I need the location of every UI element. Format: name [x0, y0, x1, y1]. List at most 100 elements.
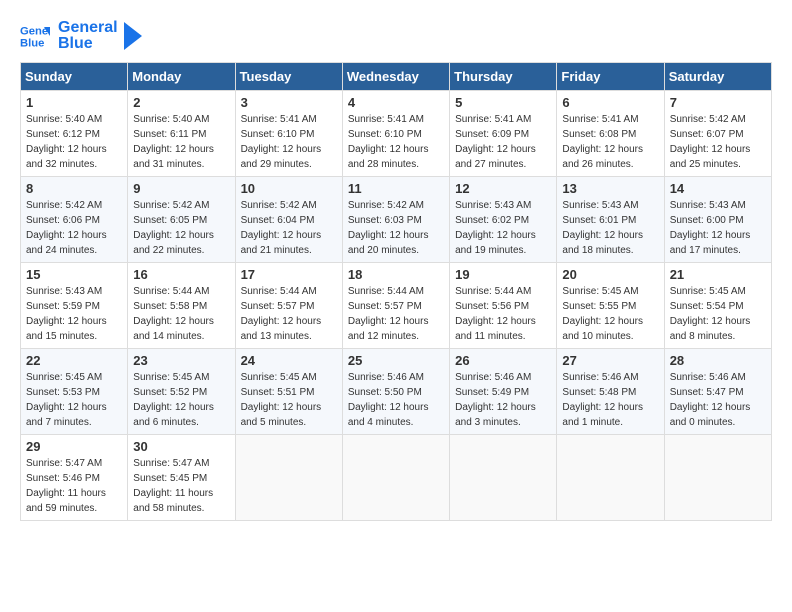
day-info: Sunrise: 5:43 AM Sunset: 5:59 PM Dayligh… [26, 284, 122, 344]
day-cell: 8 Sunrise: 5:42 AM Sunset: 6:06 PM Daylig… [21, 177, 128, 263]
day-cell: 2Sunrise: 5:40 AM Sunset: 6:11 PM Daylig… [128, 91, 235, 177]
day-cell: 3 Sunrise: 5:41 AM Sunset: 6:10 PM Daylig… [235, 91, 342, 177]
day-cell [664, 435, 771, 521]
day-info: Sunrise: 5:46 AM Sunset: 5:50 PM Dayligh… [348, 370, 444, 430]
week-row-2: 8 Sunrise: 5:42 AM Sunset: 6:06 PM Daylig… [21, 177, 772, 263]
day-cell: 28 Sunrise: 5:46 AM Sunset: 5:47 PM Dayli… [664, 349, 771, 435]
day-cell: 22 Sunrise: 5:45 AM Sunset: 5:53 PM Dayli… [21, 349, 128, 435]
day-info: Sunrise: 5:41 AM Sunset: 6:10 PM Dayligh… [348, 112, 444, 172]
day-info: Sunrise: 5:44 AM Sunset: 5:57 PM Dayligh… [241, 284, 337, 344]
day-info: Sunrise: 5:42 AM Sunset: 6:03 PM Dayligh… [348, 198, 444, 258]
day-number: 2 [133, 95, 229, 110]
day-number: 1 [26, 95, 122, 110]
day-cell: 21 Sunrise: 5:45 AM Sunset: 5:54 PM Dayli… [664, 263, 771, 349]
day-info: Sunrise: 5:41 AM Sunset: 6:10 PM Dayligh… [241, 112, 337, 172]
day-number: 30 [133, 439, 229, 454]
day-number: 4 [348, 95, 444, 110]
day-number: 27 [562, 353, 658, 368]
day-number: 9 [133, 181, 229, 196]
day-cell: 11Sunrise: 5:42 AM Sunset: 6:03 PM Dayli… [342, 177, 449, 263]
day-number: 23 [133, 353, 229, 368]
page-header: General Blue General Blue [20, 20, 772, 52]
day-cell: 27Sunrise: 5:46 AM Sunset: 5:48 PM Dayli… [557, 349, 664, 435]
day-info: Sunrise: 5:45 AM Sunset: 5:55 PM Dayligh… [562, 284, 658, 344]
day-info: Sunrise: 5:45 AM Sunset: 5:53 PM Dayligh… [26, 370, 122, 430]
day-number: 12 [455, 181, 551, 196]
week-row-4: 22 Sunrise: 5:45 AM Sunset: 5:53 PM Dayli… [21, 349, 772, 435]
week-row-3: 15 Sunrise: 5:43 AM Sunset: 5:59 PM Dayli… [21, 263, 772, 349]
logo-chevron-icon [124, 22, 142, 50]
day-cell: 6 Sunrise: 5:41 AM Sunset: 6:08 PM Daylig… [557, 91, 664, 177]
day-number: 21 [670, 267, 766, 282]
day-info: Sunrise: 5:42 AM Sunset: 6:06 PM Dayligh… [26, 198, 122, 258]
day-cell: 26Sunrise: 5:46 AM Sunset: 5:49 PM Dayli… [450, 349, 557, 435]
day-info: Sunrise: 5:45 AM Sunset: 5:51 PM Dayligh… [241, 370, 337, 430]
day-number: 18 [348, 267, 444, 282]
day-number: 15 [26, 267, 122, 282]
day-number: 3 [241, 95, 337, 110]
day-cell: 4 Sunrise: 5:41 AM Sunset: 6:10 PM Daylig… [342, 91, 449, 177]
week-row-1: 1 Sunrise: 5:40 AM Sunset: 6:12 PM Daylig… [21, 91, 772, 177]
day-number: 20 [562, 267, 658, 282]
day-cell: 15 Sunrise: 5:43 AM Sunset: 5:59 PM Dayli… [21, 263, 128, 349]
day-cell: 14Sunrise: 5:43 AM Sunset: 6:00 PM Dayli… [664, 177, 771, 263]
day-info: Sunrise: 5:46 AM Sunset: 5:47 PM Dayligh… [670, 370, 766, 430]
day-info: Sunrise: 5:46 AM Sunset: 5:49 PM Dayligh… [455, 370, 551, 430]
col-header-thursday: Thursday [450, 63, 557, 91]
logo-text-general: General [58, 20, 118, 36]
day-info: Sunrise: 5:45 AM Sunset: 5:54 PM Dayligh… [670, 284, 766, 344]
day-cell: 19Sunrise: 5:44 AM Sunset: 5:56 PM Dayli… [450, 263, 557, 349]
day-info: Sunrise: 5:43 AM Sunset: 6:02 PM Dayligh… [455, 198, 551, 258]
day-info: Sunrise: 5:44 AM Sunset: 5:58 PM Dayligh… [133, 284, 229, 344]
calendar-table: SundayMondayTuesdayWednesdayThursdayFrid… [20, 62, 772, 521]
day-cell [557, 435, 664, 521]
day-info: Sunrise: 5:41 AM Sunset: 6:09 PM Dayligh… [455, 112, 551, 172]
day-info: Sunrise: 5:43 AM Sunset: 6:01 PM Dayligh… [562, 198, 658, 258]
day-cell: 9 Sunrise: 5:42 AM Sunset: 6:05 PM Daylig… [128, 177, 235, 263]
logo: General Blue General Blue [20, 20, 142, 52]
day-cell: 1 Sunrise: 5:40 AM Sunset: 6:12 PM Daylig… [21, 91, 128, 177]
day-cell [342, 435, 449, 521]
day-number: 6 [562, 95, 658, 110]
day-number: 28 [670, 353, 766, 368]
day-cell: 13 Sunrise: 5:43 AM Sunset: 6:01 PM Dayli… [557, 177, 664, 263]
svg-text:Blue: Blue [20, 38, 44, 50]
day-cell: 18 Sunrise: 5:44 AM Sunset: 5:57 PM Dayli… [342, 263, 449, 349]
col-header-sunday: Sunday [21, 63, 128, 91]
day-info: Sunrise: 5:43 AM Sunset: 6:00 PM Dayligh… [670, 198, 766, 258]
week-row-5: 29 Sunrise: 5:47 AM Sunset: 5:46 PM Dayli… [21, 435, 772, 521]
day-cell: 25 Sunrise: 5:46 AM Sunset: 5:50 PM Dayli… [342, 349, 449, 435]
day-info: Sunrise: 5:40 AM Sunset: 6:12 PM Dayligh… [26, 112, 122, 172]
day-cell: 23 Sunrise: 5:45 AM Sunset: 5:52 PM Dayli… [128, 349, 235, 435]
day-cell [450, 435, 557, 521]
day-number: 10 [241, 181, 337, 196]
day-cell: 20 Sunrise: 5:45 AM Sunset: 5:55 PM Dayli… [557, 263, 664, 349]
day-cell: 29 Sunrise: 5:47 AM Sunset: 5:46 PM Dayli… [21, 435, 128, 521]
day-number: 13 [562, 181, 658, 196]
day-number: 19 [455, 267, 551, 282]
col-header-monday: Monday [128, 63, 235, 91]
day-info: Sunrise: 5:45 AM Sunset: 5:52 PM Dayligh… [133, 370, 229, 430]
day-number: 25 [348, 353, 444, 368]
day-info: Sunrise: 5:47 AM Sunset: 5:46 PM Dayligh… [26, 456, 122, 516]
day-number: 8 [26, 181, 122, 196]
col-header-saturday: Saturday [664, 63, 771, 91]
day-info: Sunrise: 5:42 AM Sunset: 6:07 PM Dayligh… [670, 112, 766, 172]
day-number: 17 [241, 267, 337, 282]
day-cell: 12 Sunrise: 5:43 AM Sunset: 6:02 PM Dayli… [450, 177, 557, 263]
day-cell: 5Sunrise: 5:41 AM Sunset: 6:09 PM Daylig… [450, 91, 557, 177]
day-cell: 10Sunrise: 5:42 AM Sunset: 6:04 PM Dayli… [235, 177, 342, 263]
day-number: 29 [26, 439, 122, 454]
day-cell: 7Sunrise: 5:42 AM Sunset: 6:07 PM Daylig… [664, 91, 771, 177]
header-row: SundayMondayTuesdayWednesdayThursdayFrid… [21, 63, 772, 91]
day-cell [235, 435, 342, 521]
col-header-friday: Friday [557, 63, 664, 91]
day-cell: 30Sunrise: 5:47 AM Sunset: 5:45 PM Dayli… [128, 435, 235, 521]
day-info: Sunrise: 5:42 AM Sunset: 6:05 PM Dayligh… [133, 198, 229, 258]
day-number: 16 [133, 267, 229, 282]
day-info: Sunrise: 5:44 AM Sunset: 5:57 PM Dayligh… [348, 284, 444, 344]
day-info: Sunrise: 5:41 AM Sunset: 6:08 PM Dayligh… [562, 112, 658, 172]
logo-text-blue: Blue [58, 36, 118, 52]
day-cell: 16 Sunrise: 5:44 AM Sunset: 5:58 PM Dayli… [128, 263, 235, 349]
day-number: 22 [26, 353, 122, 368]
